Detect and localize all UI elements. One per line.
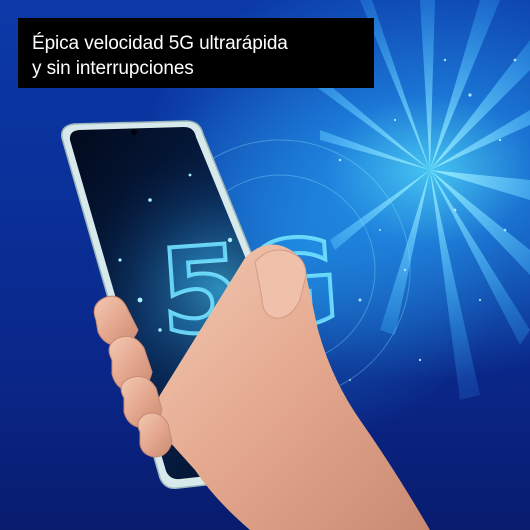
promo-image: 5G 5G Épica velocidad 5G ultrarápida y s… [0, 0, 530, 530]
headline-line-2: y sin interrupciones [32, 58, 194, 79]
headline-banner: Épica velocidad 5G ultrarápida y sin int… [18, 18, 374, 88]
front-camera-icon [131, 129, 137, 135]
headline-line-1: Épica velocidad 5G ultrarápida [32, 33, 288, 54]
